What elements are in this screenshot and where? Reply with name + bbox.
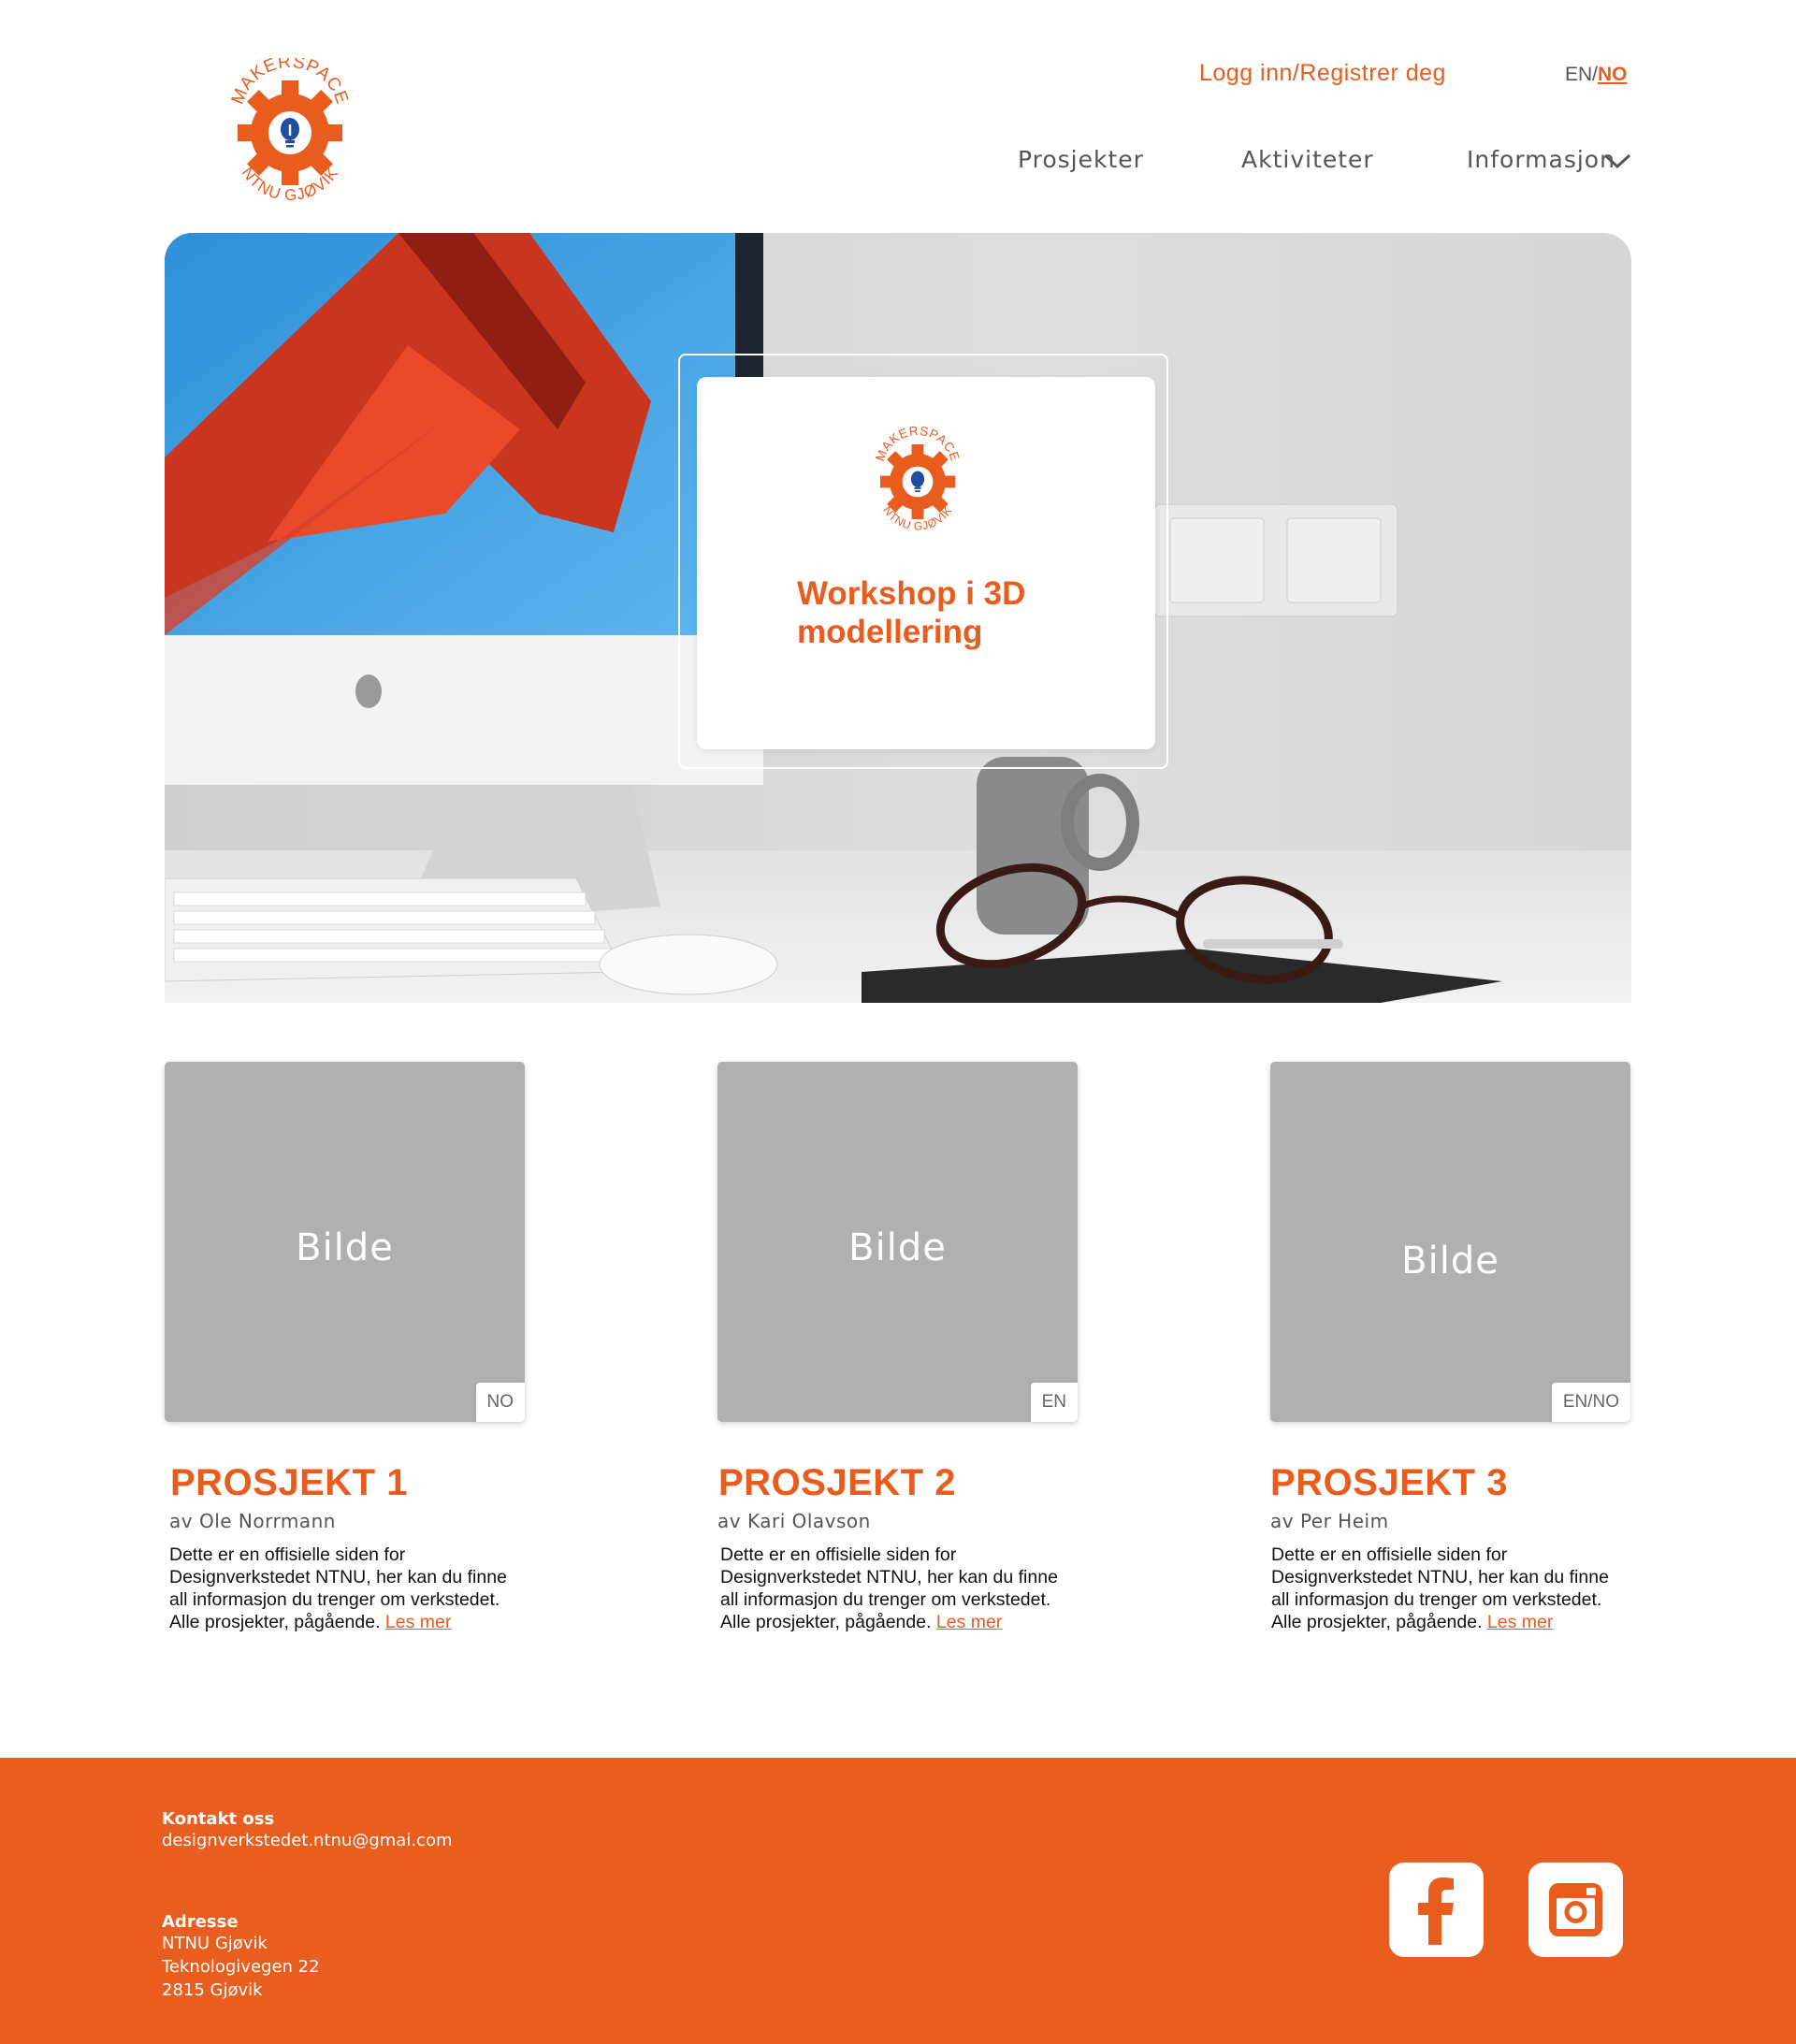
project-description: Dette er en offisielle siden for Designv…: [169, 1544, 525, 1633]
image-placeholder-text: Bilde: [1401, 1239, 1499, 1283]
desc-line: Alle prosjekter, pågående.: [1271, 1612, 1483, 1632]
address-heading: Adresse: [162, 1912, 239, 1932]
contact-heading: Kontakt oss: [162, 1809, 275, 1829]
desc-line: Designverkstedet NTNU, her kan du finne: [720, 1567, 1058, 1587]
language-tag: EN: [1030, 1383, 1078, 1422]
contact-email[interactable]: designverkstedet.ntnu@gmai.com: [162, 1829, 453, 1852]
project-title[interactable]: PROSJEKT 2: [718, 1462, 956, 1504]
desc-line: all informasjon du trenger om verkstedet…: [169, 1589, 500, 1610]
hero-title-line1: Workshop i 3D: [797, 575, 1026, 612]
hero-title: Workshop i 3D modellering: [797, 574, 1096, 651]
nav-informasjon[interactable]: Informasjon: [1467, 146, 1615, 173]
login-register-link[interactable]: Logg inn/Registrer deg: [1199, 60, 1446, 87]
lang-en-link[interactable]: EN/: [1565, 64, 1598, 85]
facebook-icon[interactable]: [1389, 1863, 1484, 1957]
language-tag: NO: [475, 1383, 525, 1422]
instagram-icon[interactable]: [1528, 1863, 1623, 1957]
chevron-down-icon[interactable]: [1603, 152, 1631, 170]
hero-card-logo: MAKERSPACE NTNU GJØVIK: [871, 424, 964, 538]
hero-title-line2: modellering: [797, 614, 983, 650]
project-author: av Kari Olavson: [717, 1510, 871, 1532]
desc-line: Dette er en offisielle siden for: [1271, 1544, 1508, 1565]
project-description: Dette er en offisielle siden for Designv…: [1271, 1544, 1627, 1633]
project-author: av Ole Norrmann: [169, 1510, 336, 1532]
desc-line: Designverkstedet NTNU, her kan du finne: [1271, 1567, 1609, 1587]
desc-line: Dette er en offisielle siden for: [720, 1544, 957, 1565]
nav-aktiviteter[interactable]: Aktiviteter: [1241, 146, 1374, 173]
desc-line: all informasjon du trenger om verkstedet…: [1271, 1589, 1602, 1610]
desc-line: Alle prosjekter, pågående.: [169, 1612, 381, 1632]
image-placeholder-text: Bilde: [296, 1226, 394, 1269]
desc-line: all informasjon du trenger om verkstedet…: [720, 1589, 1051, 1610]
language-switch: EN/NO: [1565, 64, 1628, 86]
read-more-link[interactable]: Les mer: [936, 1612, 1002, 1632]
image-placeholder-text: Bilde: [848, 1226, 947, 1269]
language-tag: EN/NO: [1551, 1383, 1630, 1422]
nav-prosjekter[interactable]: Prosjekter: [1018, 146, 1144, 173]
desc-line: Dette er en offisielle siden for: [169, 1544, 406, 1565]
project-image[interactable]: Bilde NO: [165, 1062, 525, 1422]
project-title[interactable]: PROSJEKT 1: [170, 1462, 408, 1504]
project-image[interactable]: Bilde EN: [717, 1062, 1078, 1422]
address-line: NTNU Gjøvik: [162, 1934, 268, 1953]
read-more-link[interactable]: Les mer: [385, 1612, 451, 1632]
project-author: av Per Heim: [1270, 1510, 1389, 1532]
footer: Kontakt oss designverkstedet.ntnu@gmai.c…: [0, 1758, 1796, 2044]
project-image[interactable]: Bilde EN/NO: [1270, 1062, 1630, 1422]
desc-line: Designverkstedet NTNU, her kan du finne: [169, 1567, 507, 1587]
address-line: 2815 Gjøvik: [162, 1980, 263, 2000]
makerspace-logo[interactable]: MAKERSPACE NTNU GJØVIK: [224, 52, 355, 208]
desc-line: Alle prosjekter, pågående.: [720, 1612, 932, 1632]
read-more-link[interactable]: Les mer: [1487, 1612, 1553, 1632]
lang-no-link[interactable]: NO: [1598, 64, 1628, 85]
address-line: Teknologivegen 22: [162, 1957, 320, 1977]
project-description: Dette er en offisielle siden for Designv…: [720, 1544, 1076, 1633]
project-title[interactable]: PROSJEKT 3: [1270, 1462, 1508, 1504]
